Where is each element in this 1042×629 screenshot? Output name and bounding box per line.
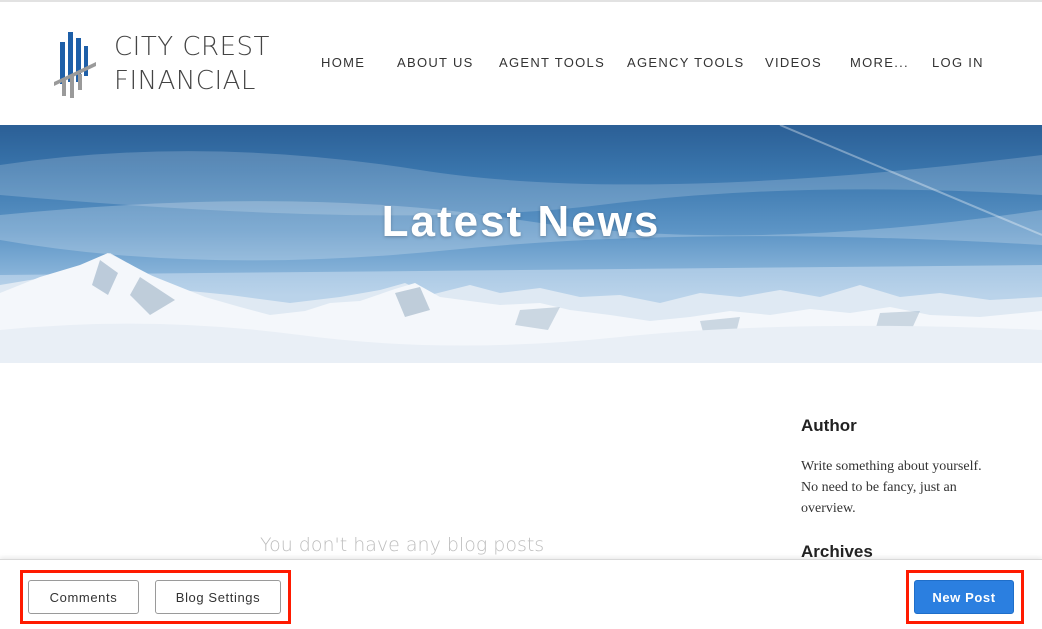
blog-editor-toolbar: Comments Blog Settings New Post	[0, 559, 1042, 629]
nav-item-videos[interactable]: VIDEOS	[765, 55, 822, 70]
brand-line-1: CITY CREST	[114, 32, 270, 62]
page-title: Latest News	[381, 197, 661, 246]
sidebar: Author Write something about yourself. N…	[801, 416, 1001, 561]
author-text: Write something about yourself. No need …	[801, 459, 982, 516]
site-header: CITY CREST FINANCIAL HOME ABOUT US AGENT…	[0, 0, 1042, 125]
blog-settings-button[interactable]: Blog Settings	[155, 580, 281, 614]
empty-state-message: You don't have any blog posts	[260, 534, 545, 556]
nav-item-log-in[interactable]: LOG IN	[932, 55, 984, 70]
brand-line-2: FINANCIAL	[114, 66, 256, 96]
nav-item-home[interactable]: HOME	[321, 55, 365, 70]
nav-item-more[interactable]: MORE...	[850, 55, 909, 70]
new-post-button[interactable]: New Post	[914, 580, 1014, 614]
nav-item-agent-tools[interactable]: AGENT TOOLS	[499, 55, 605, 70]
comments-button[interactable]: Comments	[28, 580, 139, 614]
nav-item-agency-tools[interactable]: AGENCY TOOLS	[627, 55, 744, 70]
city-crest-logo-icon	[54, 32, 96, 98]
brand-name: CITY CREST FINANCIAL	[114, 30, 270, 98]
author-heading: Author	[801, 416, 857, 435]
brand-logo[interactable]: CITY CREST FINANCIAL	[52, 28, 270, 100]
hero-banner: Latest News	[0, 125, 1042, 363]
nav-item-about-us[interactable]: ABOUT US	[397, 55, 474, 70]
